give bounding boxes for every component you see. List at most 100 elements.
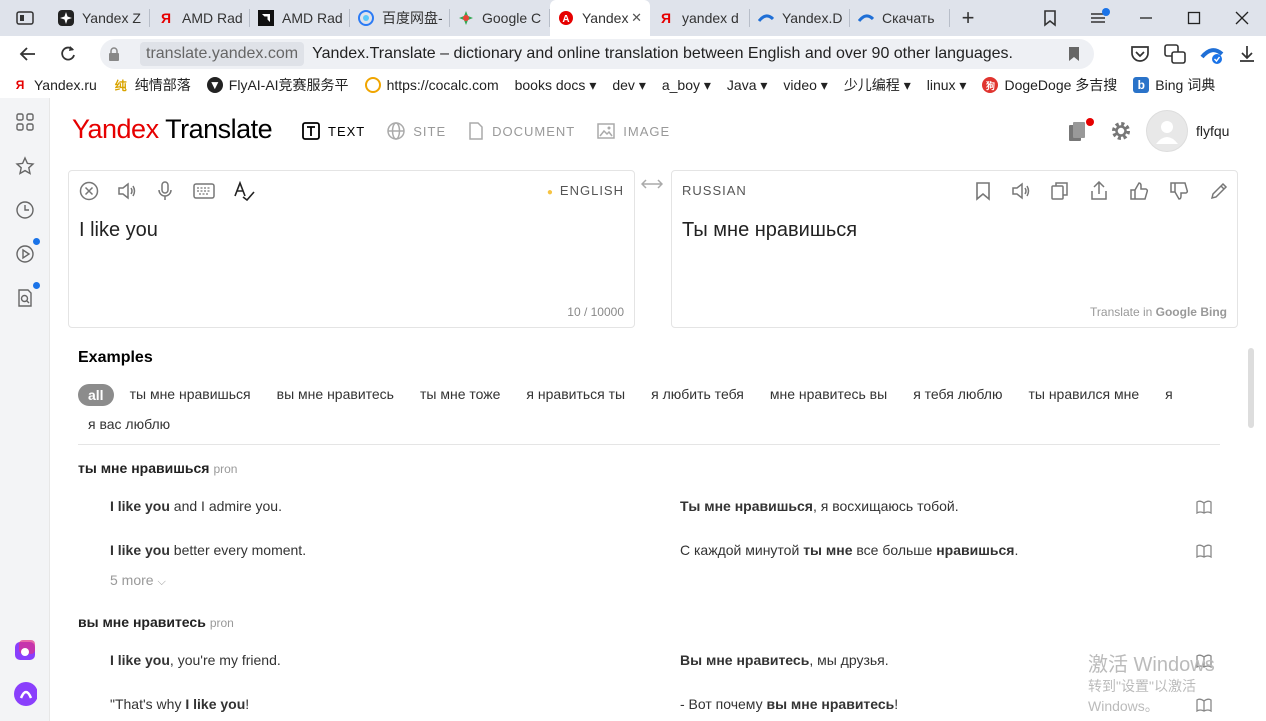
translate-extension-icon[interactable] [1164, 44, 1186, 64]
services-button[interactable] [13, 110, 37, 134]
bookmark-item[interactable]: Я Yandex.ru [12, 77, 97, 93]
minimize-button[interactable] [1122, 0, 1170, 36]
filter-chip[interactable]: я [1155, 384, 1183, 406]
bookmark-label: video ▾ [783, 76, 828, 93]
copy-button[interactable] [1051, 181, 1069, 201]
bookmark-folder[interactable]: 少儿编程 ▾ [844, 75, 911, 95]
tab-label: SITE [413, 123, 447, 139]
filter-chip[interactable]: ты нравился мне [1018, 384, 1149, 406]
clear-icon [79, 181, 99, 201]
source-text-input[interactable]: I like you [79, 219, 158, 242]
bookmark-folder[interactable]: Java ▾ [727, 77, 768, 94]
highlight: нравишься [936, 542, 1015, 558]
edit-button[interactable] [1209, 181, 1229, 201]
notifications-button[interactable] [1074, 0, 1122, 36]
bookmark-folder[interactable]: books docs ▾ [515, 77, 597, 94]
target-language-selector[interactable]: RUSSIAN [682, 183, 747, 198]
browser-tab-active[interactable]: A Yandex ✕ [550, 0, 650, 36]
reload-button[interactable] [48, 36, 88, 72]
thumbs-up-button[interactable] [1129, 181, 1149, 201]
bookmark-folder[interactable]: video ▾ [783, 77, 827, 94]
tab-text[interactable]: TEXT [302, 122, 365, 140]
listen-translation-button[interactable] [1011, 181, 1031, 201]
new-tab-button[interactable]: + [950, 0, 986, 36]
tab-document[interactable]: DOCUMENT [468, 122, 575, 140]
bing-link[interactable]: Bing [1200, 305, 1227, 319]
alice-app-icon [15, 640, 35, 660]
browser-tab[interactable]: Я AMD Rad [150, 0, 250, 36]
keyboard-button[interactable] [193, 182, 215, 200]
listen-button[interactable] [117, 181, 137, 201]
open-book-icon[interactable] [1196, 500, 1212, 514]
back-button[interactable] [8, 36, 48, 72]
clear-button[interactable] [79, 181, 99, 201]
chip-all[interactable]: all [78, 384, 114, 406]
filter-chip[interactable]: ты мне нравишься [120, 384, 261, 406]
example-source: "That's why I like you! [110, 696, 249, 712]
spellcheck-button[interactable] [233, 181, 255, 201]
favorites-button[interactable] [13, 154, 37, 178]
yandex-translate-logo[interactable]: Yandex Translate [72, 114, 273, 145]
address-bar-row: translate.yandex.com Yandex.Translate – … [0, 36, 1266, 72]
browser-tab-bar: Yandex Z Я AMD Rad AMD Rad 百度网盘- Google C… [0, 0, 1266, 36]
bookmark-page-icon[interactable] [1068, 46, 1080, 62]
google-link[interactable]: Google [1156, 305, 1197, 319]
filter-chip[interactable]: ты мне тоже [410, 384, 510, 406]
alice-button[interactable] [13, 682, 37, 706]
tab-site[interactable]: SITE [387, 122, 446, 140]
yandex-icon: Я [160, 10, 172, 26]
bookmark-item[interactable]: 狗 DogeDoge 多吉搜 [982, 75, 1117, 95]
filter-chip[interactable]: я любить тебя [641, 384, 754, 406]
bookmark-folder[interactable]: linux ▾ [927, 77, 967, 94]
scrollbar-thumb[interactable] [1248, 348, 1254, 428]
share-button[interactable] [1089, 181, 1109, 201]
close-tab-icon[interactable]: ✕ [631, 10, 642, 26]
bookmark-folder[interactable]: a_boy ▾ [662, 77, 711, 94]
pocket-icon[interactable] [1130, 45, 1150, 63]
video-button[interactable] [13, 238, 40, 266]
save-bookmark-button[interactable] [975, 181, 991, 201]
browser-tab[interactable]: AMD Rad [250, 0, 350, 36]
search-doc-button[interactable] [13, 282, 40, 310]
maximize-button[interactable] [1170, 0, 1218, 36]
history-button[interactable] [13, 198, 37, 222]
tab-panel-button[interactable] [0, 0, 50, 36]
browser-tab[interactable]: Yandex.D [750, 0, 850, 36]
thumbs-down-button[interactable] [1169, 181, 1189, 201]
app-button[interactable] [13, 638, 37, 662]
bookmark-folder[interactable]: dev ▾ [612, 77, 646, 94]
bookmark-item[interactable]: https://cocalc.com [364, 77, 499, 93]
bookmark-item[interactable]: 纯纯情部落 [113, 75, 191, 95]
browser-tab[interactable]: Скачать [850, 0, 950, 36]
swap-languages-button[interactable] [641, 178, 663, 190]
filter-chip[interactable]: я тебя люблю [903, 384, 1012, 406]
download-icon[interactable] [1238, 45, 1256, 63]
browser-tab[interactable]: Яyandex d [650, 0, 750, 36]
filter-chip[interactable]: мне нравитесь вы [760, 384, 897, 406]
notification-dot [33, 282, 40, 289]
collections-button[interactable] [1026, 0, 1074, 36]
bookmark-item[interactable]: ▼ FlyAI-AI竞赛服务平 [206, 75, 349, 95]
filter-chip[interactable]: я вас люблю [78, 414, 180, 434]
settings-button[interactable] [1110, 120, 1132, 142]
voice-input-button[interactable] [155, 181, 175, 201]
dogedoge-icon: 狗 [982, 77, 999, 93]
open-book-icon[interactable] [1196, 544, 1212, 558]
browser-tab[interactable]: Google C [450, 0, 550, 36]
tab-image[interactable]: IMAGE [597, 122, 670, 140]
highlight: Ты мне нравишься [680, 498, 813, 514]
show-more-button[interactable]: 5 more ⌵ [110, 572, 166, 589]
filter-chip[interactable]: вы мне нравитесь [267, 384, 404, 406]
source-language-selector[interactable]: ● ENGLISH [547, 183, 624, 198]
yandex-disk-extension-icon[interactable] [1200, 43, 1224, 65]
filter-chip[interactable]: я нравиться ты [516, 384, 635, 406]
browser-tab[interactable]: Yandex Z [50, 0, 150, 36]
username[interactable]: flyfqu [1196, 123, 1229, 139]
bookmark-item[interactable]: b Bing 词典 [1133, 75, 1215, 95]
close-window-button[interactable] [1218, 0, 1266, 36]
collections-button[interactable] [1066, 118, 1094, 143]
avatar[interactable] [1146, 110, 1188, 152]
browser-tab[interactable]: 百度网盘- [350, 0, 450, 36]
example-source: I like you, you're my friend. [110, 652, 281, 668]
url-field[interactable]: translate.yandex.com Yandex.Translate – … [100, 39, 1094, 69]
